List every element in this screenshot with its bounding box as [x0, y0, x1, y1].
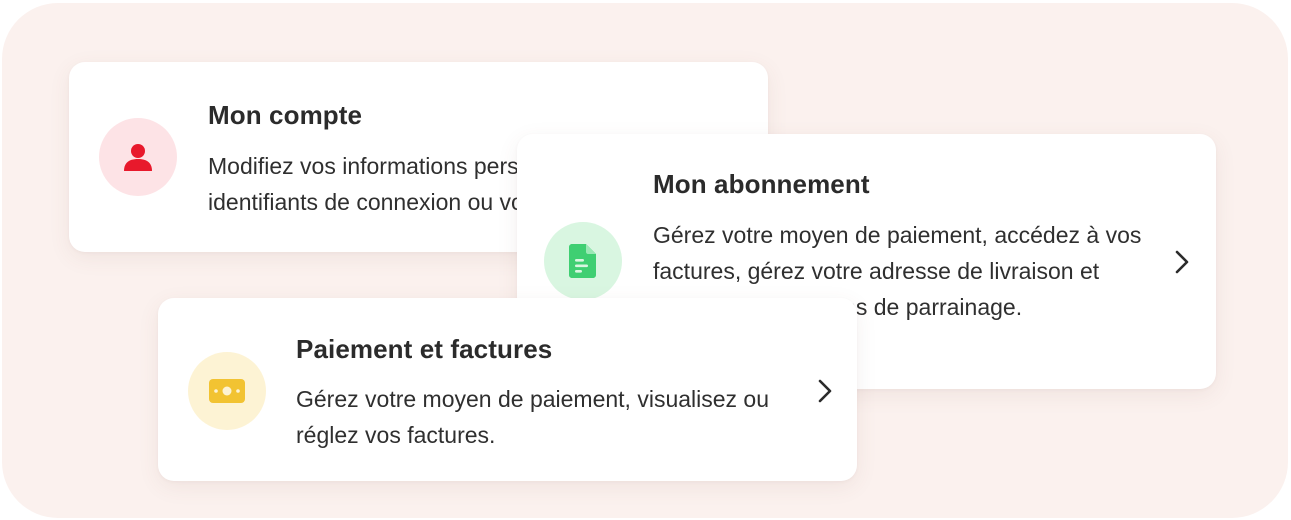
- background-panel: Mon compte Modifiez vos informations per…: [2, 3, 1288, 518]
- banknote-icon: [209, 379, 245, 403]
- chevron-right-icon[interactable]: [1171, 247, 1193, 277]
- subscription-card-title: Mon abonnement: [653, 169, 870, 199]
- person-icon: [124, 144, 152, 171]
- account-card-title: Mon compte: [208, 100, 363, 130]
- payment-card-title: Paiement et factures: [296, 334, 553, 364]
- document-icon: [569, 244, 596, 278]
- payment-card[interactable]: Paiement et factures Gérez votre moyen d…: [158, 298, 857, 481]
- chevron-right-icon[interactable]: [814, 376, 836, 406]
- account-icon-circle: [99, 118, 177, 196]
- payment-icon-circle: [188, 352, 266, 430]
- subscription-icon-circle: [544, 222, 622, 300]
- payment-card-description: Gérez votre moyen de paiement, visualise…: [296, 386, 770, 448]
